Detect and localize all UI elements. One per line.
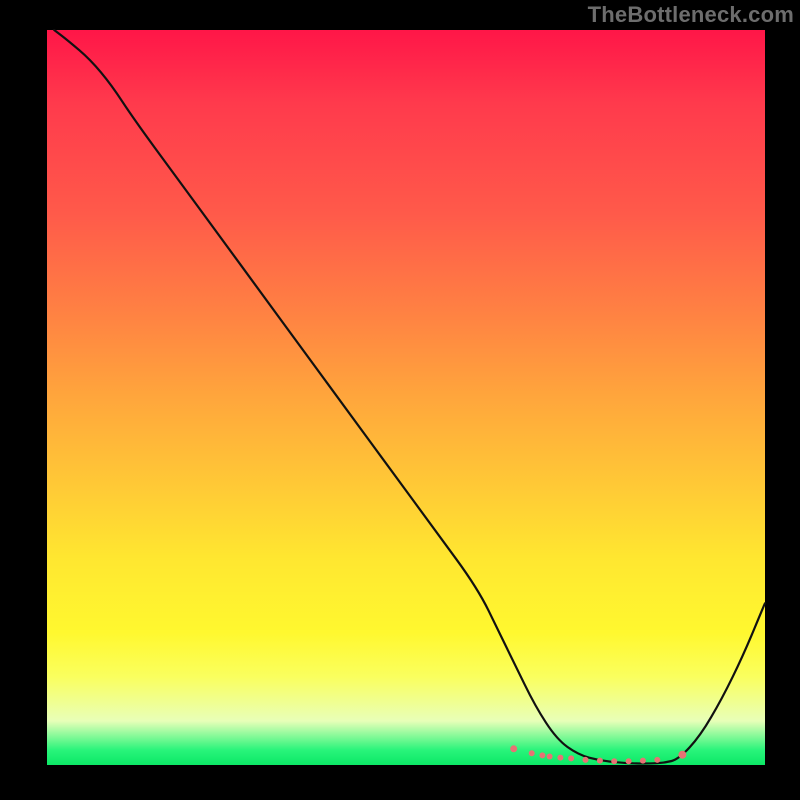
curve-marker: [510, 745, 517, 752]
bottleneck-curve-line: [54, 30, 765, 764]
curve-marker: [568, 755, 574, 761]
curve-marker: [547, 754, 553, 760]
curve-marker: [597, 758, 603, 764]
watermark-text: TheBottleneck.com: [588, 2, 794, 28]
chart-svg: [47, 30, 765, 765]
curve-marker: [583, 757, 589, 763]
curve-marker: [529, 750, 535, 756]
curve-marker: [678, 751, 686, 759]
curve-marker: [640, 758, 646, 764]
curve-marker: [626, 758, 632, 764]
plot-area: [47, 30, 765, 765]
curve-marker: [539, 752, 545, 758]
curve-marker: [557, 755, 563, 761]
curve-marker: [611, 758, 617, 764]
chart-frame: TheBottleneck.com: [0, 0, 800, 800]
curve-marker: [654, 757, 660, 763]
marker-group: [510, 745, 686, 764]
